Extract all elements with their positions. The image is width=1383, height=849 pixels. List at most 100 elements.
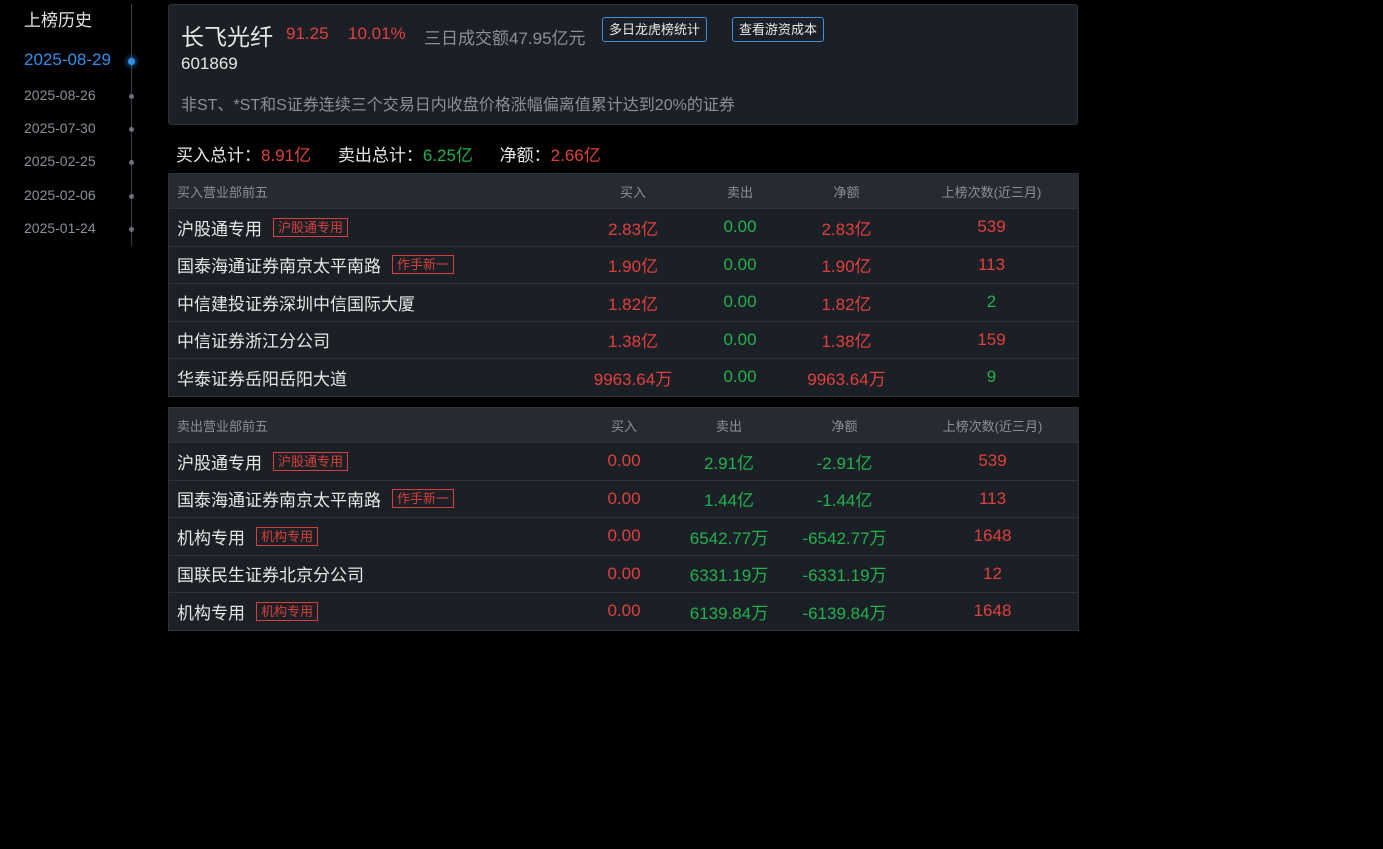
net-amount-cell: -6542.77万	[802, 528, 887, 548]
listing-reason: 非ST、*ST和S证券连续三个交易日内收盘价格涨幅偏离值累计达到20%的证券	[181, 97, 735, 114]
stock-name: 长飞光纤	[181, 24, 273, 50]
timeline-dot-icon	[129, 227, 134, 232]
history-date-item[interactable]: 2025-07-30	[0, 118, 150, 142]
col-header-count: 上榜次数(近三月)	[942, 418, 1043, 434]
history-date-label: 2025-01-24	[24, 220, 96, 236]
branch-name[interactable]: 机构专用	[177, 524, 245, 549]
timeline-dot-icon	[128, 58, 135, 65]
sell-total-value: 6.25亿	[422, 146, 473, 165]
net-total-label: 净额：	[499, 146, 551, 165]
net-amount-cell: 1.90亿	[821, 257, 872, 277]
view-trader-cost-button[interactable]: 查看游资成本	[732, 17, 825, 42]
col-header-buy: 买入	[619, 184, 646, 200]
branch-name[interactable]: 国泰海通证券南京太平南路	[177, 486, 381, 511]
sell-amount-cell: 1.44亿	[703, 491, 755, 511]
buy-amount-cell: 1.38亿	[607, 332, 659, 352]
history-date-label: 2025-07-30	[24, 120, 96, 136]
listing-count-cell: 539	[978, 451, 1007, 471]
listing-count-cell: 113	[977, 254, 1006, 274]
branch-name[interactable]: 华泰证券岳阳岳阳大道	[177, 365, 347, 390]
buy-total-value: 8.91亿	[261, 146, 312, 165]
table-row[interactable]: 沪股通专用 沪股通专用 0.00 2.91亿 -2.91亿 539	[169, 442, 1078, 480]
stock-code: 601869	[181, 54, 238, 73]
trader-tag-badge[interactable]: 机构专用	[256, 601, 319, 621]
table-body: 沪股通专用 沪股通专用 0.00 2.91亿 -2.91亿 539 国泰海通证券南京太平南路…	[169, 442, 1078, 630]
history-date-item[interactable]: 2025-08-26	[0, 85, 150, 109]
branch-name[interactable]: 沪股通专用	[177, 215, 262, 240]
col-header-sell: 卖出	[726, 184, 753, 200]
sell-total-label: 卖出总计：	[337, 146, 423, 165]
branch-name[interactable]: 中信建投证券深圳中信国际大厦	[177, 290, 415, 315]
buy-amount-cell: 1.90亿	[607, 257, 659, 277]
branch-cell: 国联民生证券北京分公司	[177, 556, 364, 593]
col-header-branch: 买入营业部前五	[177, 184, 269, 200]
history-date-item[interactable]: 2025-08-29	[0, 50, 150, 74]
trader-tag-badge[interactable]: 沪股通专用	[273, 451, 349, 471]
branch-name[interactable]: 中信证券浙江分公司	[177, 327, 330, 352]
table-row[interactable]: 国联民生证券北京分公司 0.00 6331.19万 -6331.19万 12	[169, 554, 1078, 593]
sell-amount-cell: 6542.77万	[689, 528, 769, 548]
trader-tag-badge[interactable]: 作手新一	[392, 255, 455, 275]
branch-name[interactable]: 沪股通专用	[177, 449, 262, 474]
listing-count-cell: 1648	[973, 601, 1012, 621]
top-sellers-table: 卖出营业部前五 买入 卖出 净额 上榜次数(近三月) 沪股通专用 沪股通专用 0.0…	[168, 407, 1079, 631]
table-row[interactable]: 国泰海通证券南京太平南路 作手新一 0.00 1.44亿 -1.44亿 113	[169, 479, 1078, 518]
branch-cell: 机构专用 机构专用	[177, 593, 319, 630]
buy-amount-cell: 0.00	[607, 563, 641, 583]
history-date-item[interactable]: 2025-02-25	[0, 151, 150, 175]
table-row[interactable]: 中信证券浙江分公司 1.38亿 0.00 1.38亿 159	[169, 320, 1078, 359]
branch-name[interactable]: 国泰海通证券南京太平南路	[177, 252, 381, 277]
buy-amount-cell: 2.83亿	[607, 219, 659, 239]
sell-amount-cell: 0.00	[723, 217, 757, 237]
history-date-item[interactable]: 2025-01-24	[0, 218, 150, 242]
listing-count-cell: 12	[983, 563, 1002, 583]
table-row[interactable]: 机构专用 机构专用 0.00 6139.84万 -6139.84万 1648	[169, 592, 1078, 630]
listing-count-cell: 2	[986, 292, 997, 312]
net-amount-cell: 2.83亿	[821, 219, 872, 239]
listing-count-cell: 113	[978, 488, 1007, 508]
table-row[interactable]: 华泰证券岳阳岳阳大道 9963.64万 0.00 9963.64万 9	[169, 358, 1078, 396]
branch-cell: 国泰海通证券南京太平南路 作手新一	[177, 247, 455, 284]
stock-price: 91.25	[286, 24, 329, 43]
history-date-item[interactable]: 2025-02-06	[0, 185, 150, 209]
trader-tag-badge[interactable]: 作手新一	[392, 489, 455, 509]
branch-cell: 中信证券浙江分公司	[177, 322, 330, 359]
timeline-dot-icon	[129, 194, 134, 199]
branch-cell: 沪股通专用 沪股通专用	[177, 209, 349, 246]
history-date-label: 2025-02-25	[24, 153, 96, 169]
sell-amount-cell: 0.00	[723, 292, 757, 312]
net-amount-cell: -2.91亿	[816, 453, 873, 473]
multi-day-stats-button[interactable]: 多日龙虎榜统计	[602, 17, 708, 42]
col-header-branch: 卖出营业部前五	[177, 418, 269, 434]
branch-cell: 国泰海通证券南京太平南路 作手新一	[177, 481, 455, 518]
listing-count-cell: 9	[986, 367, 997, 387]
table-row[interactable]: 中信建投证券深圳中信国际大厦 1.82亿 0.00 1.82亿 2	[169, 283, 1078, 321]
table-header: 买入营业部前五 买入 卖出 净额 上榜次数(近三月)	[169, 174, 1078, 208]
sell-amount-cell: 2.91亿	[703, 453, 755, 473]
sell-amount-cell: 0.00	[723, 329, 757, 349]
buy-amount-cell: 0.00	[607, 488, 641, 508]
branch-name[interactable]: 机构专用	[177, 599, 245, 624]
listing-count-cell: 539	[977, 217, 1006, 237]
history-date-label: 2025-08-26	[24, 87, 96, 103]
net-amount-cell: -1.44亿	[816, 491, 873, 511]
three-day-volume: 三日成交额47.95亿元	[424, 29, 586, 48]
buy-amount-cell: 1.82亿	[607, 294, 659, 314]
trader-tag-badge[interactable]: 沪股通专用	[273, 217, 349, 237]
top-buyers-table: 买入营业部前五 买入 卖出 净额 上榜次数(近三月) 沪股通专用 沪股通专用 2.8…	[168, 173, 1079, 397]
sell-amount-cell: 0.00	[723, 367, 757, 387]
net-amount-cell: -6331.19万	[802, 566, 887, 586]
branch-name[interactable]: 国联民生证券北京分公司	[177, 561, 364, 586]
history-title: 上榜历史	[24, 11, 92, 30]
branch-cell: 机构专用 机构专用	[177, 518, 319, 555]
table-row[interactable]: 机构专用 机构专用 0.00 6542.77万 -6542.77万 1648	[169, 517, 1078, 555]
table-body: 沪股通专用 沪股通专用 2.83亿 0.00 2.83亿 539 国泰海通证券南京太平南路作…	[169, 208, 1078, 396]
trader-tag-badge[interactable]: 机构专用	[256, 526, 319, 546]
buy-amount-cell: 0.00	[607, 601, 641, 621]
col-header-sell: 卖出	[715, 418, 742, 434]
branch-cell: 中信建投证券深圳中信国际大厦	[177, 284, 415, 321]
net-total-value: 2.66亿	[550, 146, 601, 165]
table-row[interactable]: 国泰海通证券南京太平南路 作手新一 1.90亿 0.00 1.90亿 113	[169, 245, 1078, 284]
table-row[interactable]: 沪股通专用 沪股通专用 2.83亿 0.00 2.83亿 539	[169, 208, 1078, 246]
timeline-dot-icon	[129, 127, 134, 132]
